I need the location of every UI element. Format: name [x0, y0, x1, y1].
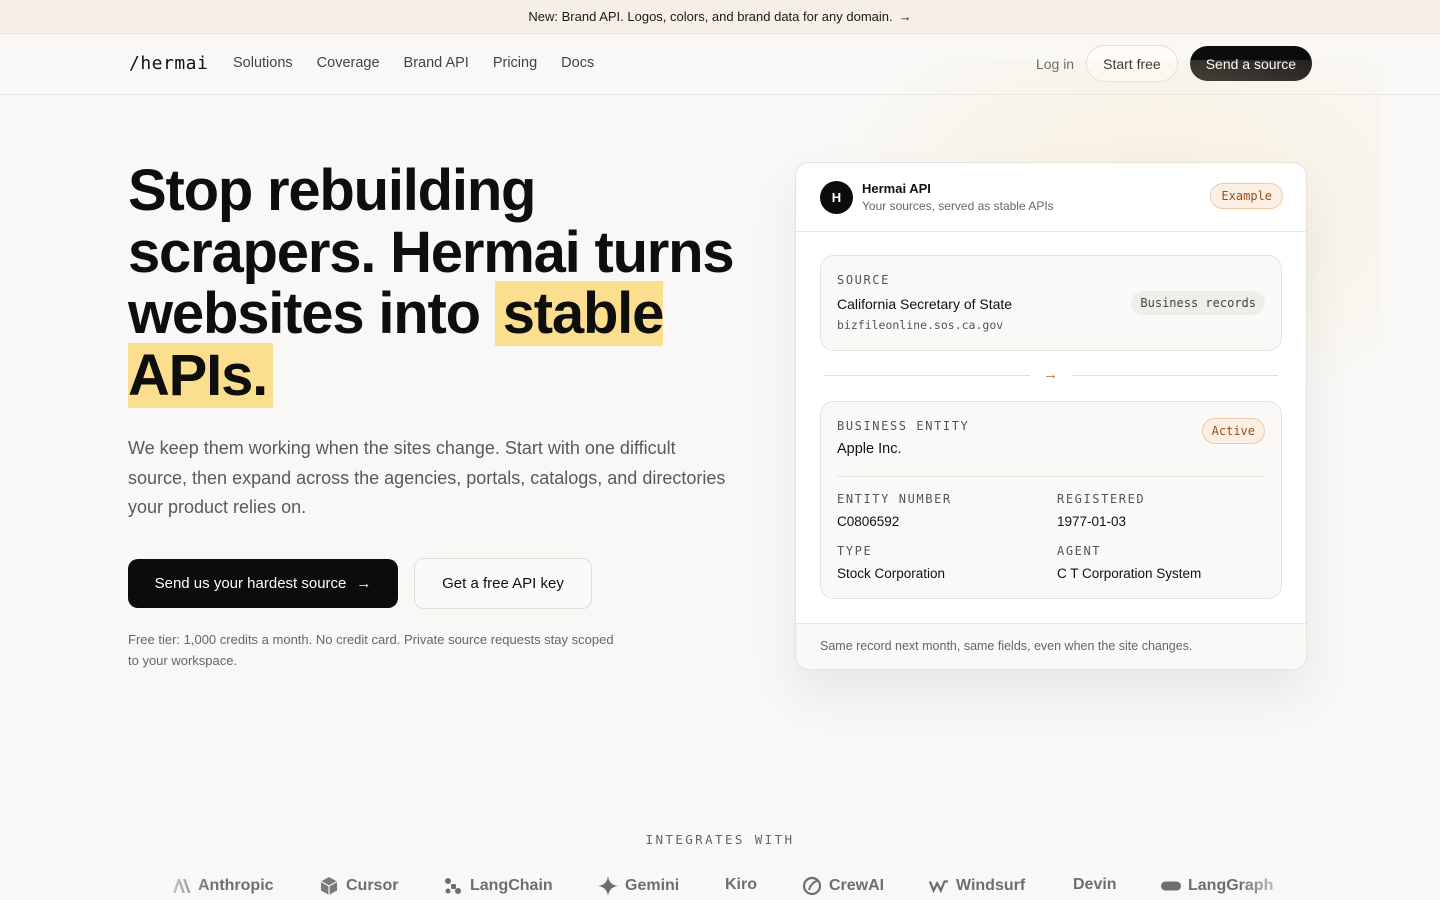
nav-link-pricing[interactable]: Pricing: [493, 55, 537, 71]
logo-windsurf: Windsurf: [929, 876, 1025, 896]
entity-name: Apple Inc.: [837, 441, 902, 457]
source-label: SOURCE: [837, 273, 890, 287]
windsurf-icon: [929, 876, 949, 896]
source-name: California Secretary of State: [837, 296, 1013, 312]
status-badge: Active: [1201, 418, 1265, 444]
nav-links: Solutions Coverage Brand API Pricing Doc…: [233, 55, 594, 71]
free-api-key-button[interactable]: Get a free API key: [414, 558, 592, 609]
integration-name: Cursor: [346, 877, 399, 894]
field-label: REGISTERED: [1057, 492, 1146, 506]
gemini-icon: [598, 876, 618, 896]
nav-link-solutions[interactable]: Solutions: [233, 55, 293, 71]
entity-label: BUSINESS ENTITY: [837, 419, 970, 433]
arrow-right-icon: →: [898, 9, 912, 24]
card-footer: Same record next month, same fields, eve…: [796, 623, 1306, 669]
field-value: C T Corporation System: [1057, 566, 1202, 581]
field-label: ENTITY NUMBER: [837, 492, 952, 506]
logo[interactable]: /hermai: [129, 53, 208, 74]
announcement-bar[interactable]: New: Brand API. Logos, colors, and brand…: [0, 0, 1440, 34]
field-value: Stock Corporation: [837, 566, 946, 581]
card-footer-text: Same record next month, same fields, eve…: [820, 639, 1193, 653]
source-tag: Business records: [1131, 291, 1265, 315]
card-header: H Hermai API Your sources, served as sta…: [796, 163, 1306, 232]
integrations-label: INTEGRATES WITH: [645, 832, 795, 847]
flow-divider-left: [824, 375, 1030, 376]
logo-gemini: Gemini: [598, 876, 679, 896]
field-label: AGENT: [1057, 544, 1102, 558]
field-agent: AGENT C T Corporation System: [1057, 544, 1201, 581]
announcement-text: New: Brand API. Logos, colors, and brand…: [528, 9, 893, 24]
integration-name: Gemini: [625, 877, 680, 894]
api-example-card: H Hermai API Your sources, served as sta…: [795, 162, 1307, 670]
field-value: C0806592: [837, 514, 900, 529]
logos-fade-left: [150, 870, 210, 900]
arrow-right-icon: →: [356, 575, 372, 592]
field-label: TYPE: [837, 544, 873, 558]
integration-name: Devin: [1073, 876, 1117, 893]
logo-cursor: Cursor: [319, 876, 398, 896]
field-entity-number: ENTITY NUMBER C0806592: [837, 492, 952, 529]
arrow-right-icon: →: [1043, 366, 1058, 383]
integrations-logos: Anthropic Cursor LangChain Gemini Kiro C…: [0, 872, 1440, 900]
send-hardest-source-button[interactable]: Send us your hardest source →: [128, 559, 398, 608]
hero-subtitle: We keep them working when the sites chan…: [128, 438, 726, 517]
logos-fade-right: [1240, 870, 1300, 900]
entity-divider: [837, 476, 1265, 477]
nav-link-brand-api[interactable]: Brand API: [404, 55, 469, 71]
avatar: H: [820, 181, 853, 214]
integration-name: Kiro: [725, 876, 757, 893]
source-panel: SOURCE California Secretary of State biz…: [820, 255, 1282, 351]
integration-name: LangChain: [470, 877, 553, 894]
integration-name: CrewAI: [829, 877, 885, 894]
free-tier-note: Free tier: 1,000 credits a month. No cre…: [128, 632, 614, 668]
cta-primary-label: Send us your hardest source: [154, 575, 347, 592]
langchain-icon: [443, 876, 463, 896]
card-title: Hermai API: [862, 181, 931, 196]
logo-devin: Devin: [1073, 876, 1117, 894]
entity-panel: BUSINESS ENTITY Apple Inc. Active ENTITY…: [820, 401, 1282, 599]
field-value: 1977-01-03: [1057, 514, 1127, 529]
langgraph-icon: [1161, 876, 1181, 896]
integration-name: Windsurf: [956, 877, 1026, 894]
flow-divider-right: [1072, 375, 1278, 376]
cursor-icon: [319, 876, 339, 896]
field-type: TYPE Stock Corporation: [837, 544, 945, 581]
logo-langchain: LangChain: [443, 876, 553, 896]
crewai-icon: [802, 876, 822, 896]
nav-link-coverage[interactable]: Coverage: [317, 55, 380, 71]
card-subtitle: Your sources, served as stable APIs: [862, 199, 1054, 213]
example-badge: Example: [1210, 183, 1283, 209]
logo-crewai: CrewAI: [802, 876, 884, 896]
logo-kiro: Kiro: [725, 876, 757, 894]
field-registered: REGISTERED 1977-01-03: [1057, 492, 1145, 529]
nav-link-docs[interactable]: Docs: [561, 55, 594, 71]
hero-title: Stop rebuilding scrapers. Hermai turns w…: [128, 160, 748, 408]
source-url: bizfileonline.sos.ca.gov: [837, 318, 1004, 332]
